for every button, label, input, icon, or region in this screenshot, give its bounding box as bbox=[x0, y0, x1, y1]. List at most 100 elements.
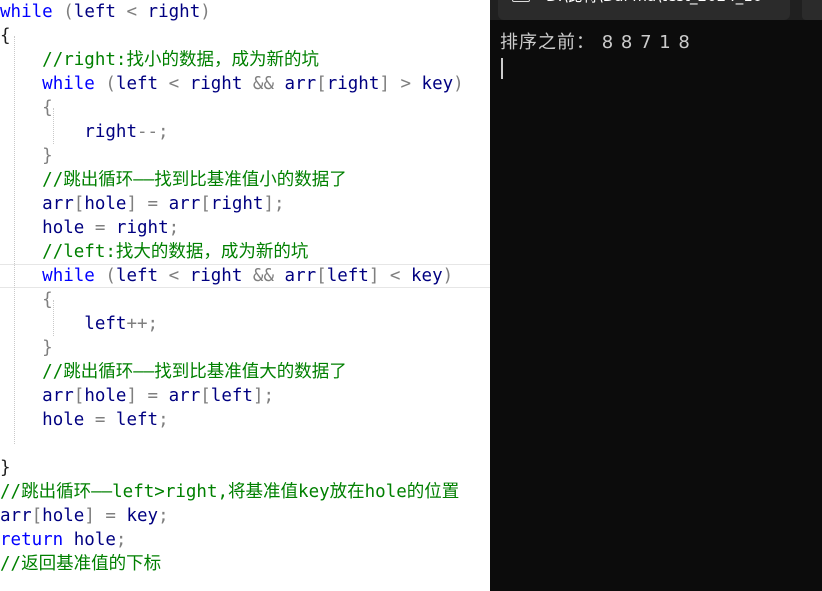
code-token: ) bbox=[453, 74, 464, 94]
console-titlebar: C:\ D:\比特\Dai ma\test_2024_10_ ✕ bbox=[490, 0, 822, 20]
code-line: { bbox=[0, 288, 53, 312]
code-token: while bbox=[0, 2, 53, 22]
code-token: < bbox=[115, 2, 148, 22]
code-token: ; bbox=[115, 530, 127, 550]
code-token: left bbox=[84, 314, 127, 334]
code-line: arr[hole] = key; bbox=[0, 504, 169, 528]
code-token: left bbox=[210, 386, 253, 406]
code-token: { bbox=[0, 26, 11, 46]
code-token: ( bbox=[105, 266, 116, 286]
code-token: //跳出循环——找到比基准值小的数据了 bbox=[42, 170, 347, 190]
console-output: 排序之前： 8 8 7 1 8 bbox=[500, 32, 691, 53]
code-token: left bbox=[115, 74, 159, 94]
code-token: right bbox=[84, 122, 137, 142]
code-token: [ bbox=[200, 194, 211, 214]
code-token: ; bbox=[158, 410, 169, 430]
code-line: right--; bbox=[0, 120, 168, 144]
code-line: //跳出循环——left>right,将基准值key放在hole的位置 bbox=[0, 480, 459, 504]
code-token: ) bbox=[442, 266, 454, 286]
code-token: && bbox=[242, 266, 285, 286]
code-line: } bbox=[0, 144, 53, 168]
code-token: hole bbox=[84, 194, 127, 214]
code-line: //跳出循环——找到比基准值大的数据了 bbox=[0, 360, 347, 384]
code-token: [ bbox=[316, 266, 327, 286]
code-token: arr bbox=[168, 194, 201, 214]
code-token: left bbox=[115, 410, 159, 430]
code-token: arr bbox=[42, 386, 74, 406]
code-line: //right:找小的数据，成为新的坑 bbox=[0, 48, 319, 72]
code-token: ] > bbox=[379, 74, 422, 94]
code-token: ]; bbox=[252, 386, 275, 406]
code-token: ++; bbox=[126, 314, 159, 334]
code-token: hole bbox=[42, 218, 85, 238]
code-token: ; bbox=[158, 506, 169, 526]
code-token: //跳出循环——找到比基准值大的数据了 bbox=[42, 362, 347, 382]
code-token: right bbox=[189, 74, 243, 94]
code-token: < bbox=[158, 74, 190, 94]
code-token: hole bbox=[42, 506, 85, 526]
code-editor[interactable]: while (left < right){ //right:找小的数据，成为新的… bbox=[0, 0, 490, 591]
code-token: ] = bbox=[84, 506, 127, 526]
code-token: ]; bbox=[263, 194, 285, 214]
code-line: while (left < right) bbox=[0, 0, 211, 24]
code-line: while (left < right && arr[left] < key) bbox=[0, 264, 453, 288]
console-window[interactable]: C:\ D:\比特\Dai ma\test_2024_10_ ✕ 排序之前： 8… bbox=[490, 0, 822, 591]
code-token: hole bbox=[42, 410, 85, 430]
code-token: arr bbox=[42, 194, 74, 214]
code-token: [ bbox=[31, 506, 43, 526]
code-token: ] = bbox=[126, 386, 169, 406]
code-line: //跳出循环——找到比基准值小的数据了 bbox=[0, 168, 347, 192]
code-token: key bbox=[421, 74, 454, 94]
code-line: { bbox=[0, 96, 53, 120]
code-token: arr bbox=[284, 266, 317, 286]
code-token: left bbox=[73, 2, 116, 22]
code-line: return hole; bbox=[0, 528, 126, 552]
code-token: [ bbox=[73, 194, 85, 214]
code-token: while bbox=[42, 266, 95, 286]
code-token: } bbox=[42, 146, 53, 166]
code-token: hole bbox=[73, 530, 116, 550]
code-token: [ bbox=[316, 74, 327, 94]
code-token: { bbox=[42, 290, 53, 310]
code-line: arr[hole] = arr[right]; bbox=[0, 192, 285, 216]
code-token: //right:找小的数据，成为新的坑 bbox=[42, 50, 319, 70]
code-line: } bbox=[0, 456, 11, 480]
code-token: hole bbox=[84, 386, 127, 406]
code-token: ] < bbox=[368, 266, 412, 286]
code-line: } bbox=[0, 336, 53, 360]
console-tab[interactable]: C:\ D:\比特\Dai ma\test_2024_10_ ✕ bbox=[498, 0, 790, 20]
text-cursor bbox=[501, 58, 503, 79]
code-line: hole = left; bbox=[0, 408, 169, 432]
code-token: key bbox=[126, 506, 159, 526]
code-token: return bbox=[0, 530, 64, 550]
code-line: while (left < right && arr[right] > key) bbox=[0, 72, 464, 96]
code-token: //返回基准值的下标 bbox=[0, 554, 162, 574]
code-line: arr[hole] = arr[left]; bbox=[0, 384, 274, 408]
new-tab-button[interactable] bbox=[802, 0, 822, 20]
code-token: { bbox=[42, 98, 53, 118]
console-tab-title: D:\比特\Dai ma\test_2024_10_ bbox=[546, 0, 760, 8]
code-token: right bbox=[115, 218, 169, 238]
code-token: ) bbox=[200, 2, 211, 22]
code-token: right bbox=[210, 194, 264, 214]
code-token: //跳出循环——left>right,将基准值key放在hole的位置 bbox=[0, 482, 460, 502]
code-line: //left:找大的数据，成为新的坑 bbox=[0, 240, 308, 264]
close-icon[interactable]: ✕ bbox=[772, 0, 792, 8]
code-line: //返回基准值的下标 bbox=[0, 552, 161, 576]
code-token: ( bbox=[63, 2, 74, 22]
code-token: = bbox=[84, 218, 116, 238]
